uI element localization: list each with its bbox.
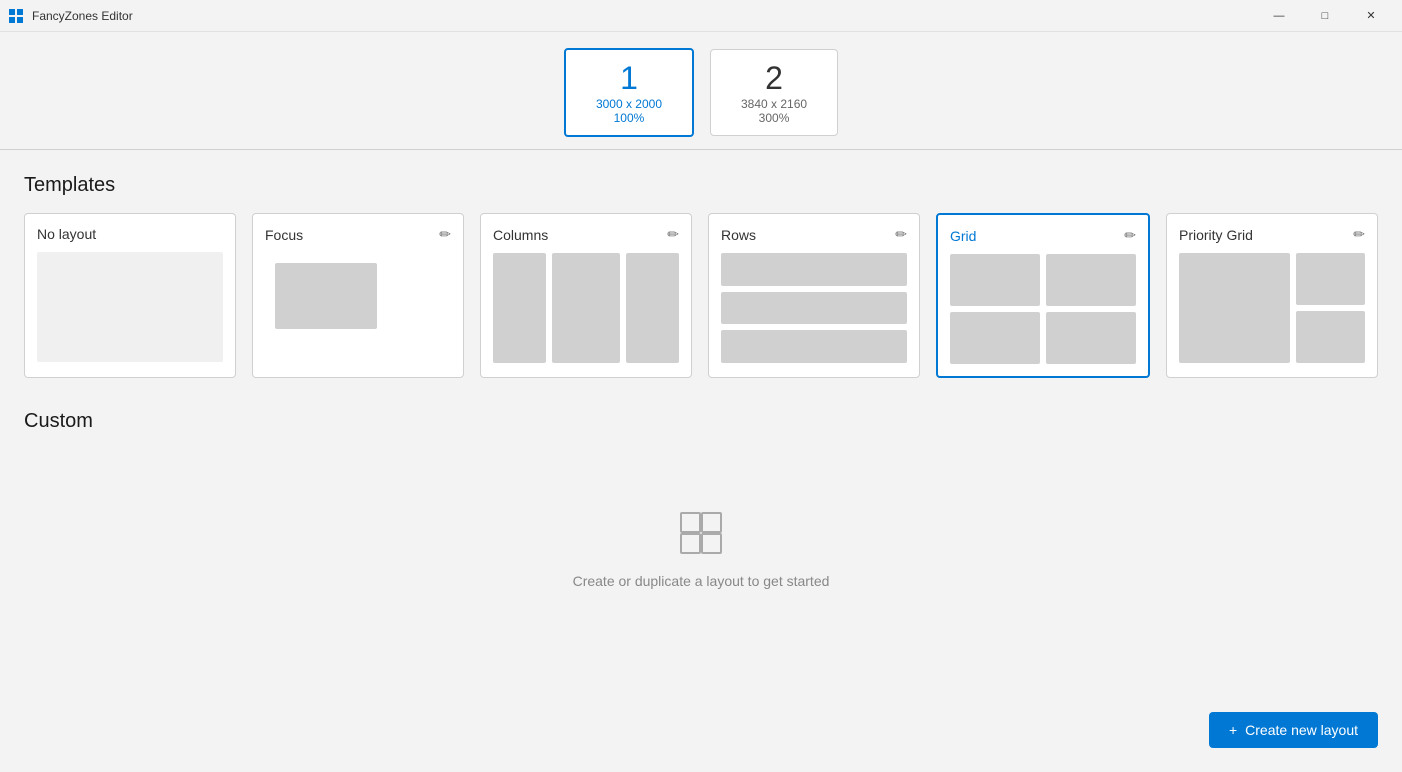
col-zone-3 [626, 253, 679, 363]
template-card-columns[interactable]: Columns ✏ [480, 213, 692, 378]
monitor-card-2[interactable]: 2 3840 x 2160 300% [710, 49, 838, 136]
monitor-1-number: 1 [596, 60, 662, 97]
preview-rows [721, 253, 907, 363]
card-preview-rows [721, 253, 907, 363]
focus-main-zone [275, 263, 377, 329]
app-title: FancyZones Editor [32, 9, 133, 23]
monitor-card-1[interactable]: 1 3000 x 2000 100% [564, 48, 694, 137]
custom-empty-state: Create or duplicate a layout to get star… [24, 449, 1378, 589]
card-title-priority-grid: Priority Grid [1179, 227, 1253, 243]
edit-icon-grid[interactable]: ✏ [1124, 227, 1136, 244]
row-zone-3 [721, 330, 907, 363]
edit-icon-focus[interactable]: ✏ [439, 226, 451, 243]
col-zone-1 [493, 253, 546, 363]
preview-columns [493, 253, 679, 363]
title-bar-controls: — □ ✕ [1256, 0, 1394, 32]
card-preview-priority-grid [1179, 253, 1365, 363]
main-content: Templates No layout Focus ✏ [0, 150, 1402, 669]
preview-priority-grid [1179, 253, 1365, 363]
grid-zone-2 [1046, 254, 1136, 306]
grid-zone-3 [950, 312, 1040, 364]
templates-section-label: Templates [24, 174, 1378, 197]
create-icon: + [1229, 722, 1237, 738]
row-zone-1 [721, 253, 907, 286]
priority-side-zone-1 [1296, 253, 1365, 305]
grid-zone-4 [1046, 312, 1136, 364]
card-header-focus: Focus ✏ [265, 226, 451, 243]
maximize-button[interactable]: □ [1302, 0, 1348, 32]
template-card-focus[interactable]: Focus ✏ [252, 213, 464, 378]
edit-icon-columns[interactable]: ✏ [667, 226, 679, 243]
minimize-button[interactable]: — [1256, 0, 1302, 32]
card-preview-grid [950, 254, 1136, 364]
preview-grid [950, 254, 1136, 364]
monitor-section: 1 3000 x 2000 100% 2 3840 x 2160 300% [0, 32, 1402, 149]
template-card-no-layout[interactable]: No layout [24, 213, 236, 378]
create-new-layout-button[interactable]: + Create new layout [1209, 712, 1378, 748]
template-card-rows[interactable]: Rows ✏ [708, 213, 920, 378]
card-header-rows: Rows ✏ [721, 226, 907, 243]
custom-section-label: Custom [24, 410, 1378, 433]
card-preview-columns [493, 253, 679, 363]
app-icon [8, 8, 24, 24]
priority-main-zone [1179, 253, 1290, 363]
card-preview-no-layout [37, 252, 223, 362]
card-header-columns: Columns ✏ [493, 226, 679, 243]
custom-empty-message: Create or duplicate a layout to get star… [573, 573, 830, 589]
card-title-rows: Rows [721, 227, 756, 243]
create-button-label: Create new layout [1245, 722, 1358, 738]
custom-empty-icon [677, 509, 725, 557]
col-zone-2 [552, 253, 621, 363]
templates-row: No layout Focus ✏ Columns ✏ [24, 213, 1378, 378]
card-header-grid: Grid ✏ [950, 227, 1136, 244]
monitor-2-scale: 300% [741, 111, 807, 125]
card-preview-focus [265, 253, 451, 363]
close-button[interactable]: ✕ [1348, 0, 1394, 32]
card-title-grid: Grid [950, 228, 976, 244]
card-title-no-layout: No layout [37, 226, 96, 242]
edit-icon-rows[interactable]: ✏ [895, 226, 907, 243]
grid-zone-1 [950, 254, 1040, 306]
card-title-focus: Focus [265, 227, 303, 243]
monitor-2-resolution: 3840 x 2160 [741, 97, 807, 111]
row-zone-2 [721, 292, 907, 325]
card-header-no-layout: No layout [37, 226, 223, 242]
monitor-1-resolution: 3000 x 2000 [596, 97, 662, 111]
title-bar-left: FancyZones Editor [8, 8, 133, 24]
preview-focus [265, 253, 451, 363]
template-card-priority-grid[interactable]: Priority Grid ✏ [1166, 213, 1378, 378]
monitor-1-scale: 100% [596, 111, 662, 125]
monitor-2-number: 2 [741, 60, 807, 97]
card-title-columns: Columns [493, 227, 548, 243]
preview-empty [37, 252, 223, 362]
priority-side-zone-2 [1296, 311, 1365, 363]
card-header-priority-grid: Priority Grid ✏ [1179, 226, 1365, 243]
template-card-grid[interactable]: Grid ✏ [936, 213, 1150, 378]
edit-icon-priority-grid[interactable]: ✏ [1353, 226, 1365, 243]
title-bar: FancyZones Editor — □ ✕ [0, 0, 1402, 32]
